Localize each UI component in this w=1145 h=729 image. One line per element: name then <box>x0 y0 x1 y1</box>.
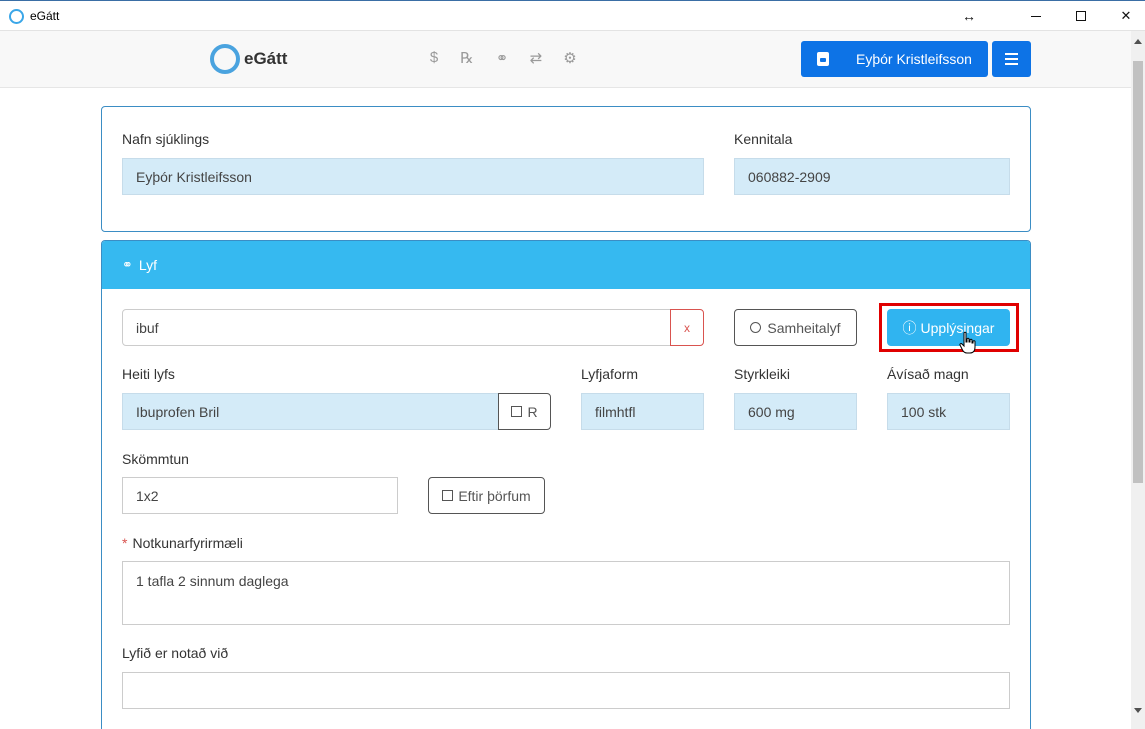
app-logo-icon <box>9 9 24 24</box>
checkbox-icon <box>511 406 523 417</box>
required-star: * <box>122 535 128 551</box>
menu-button[interactable] <box>992 41 1031 77</box>
styrkleiki-field: 600 mg <box>734 393 857 430</box>
patient-name-field: Eyþór Kristleifsson <box>122 158 704 195</box>
patient-card: Nafn sjúklings Eyþór Kristleifsson Kenni… <box>101 106 1031 232</box>
kennitala-field: 060882-2909 <box>734 158 1010 195</box>
kennitala-label: Kennitala <box>734 131 793 147</box>
pills-icon[interactable]: ⚭ <box>492 49 512 67</box>
eftir-thorfum-button[interactable]: Eftir þörfum <box>428 477 545 514</box>
r-label: R <box>527 403 538 420</box>
hand-cursor-icon <box>959 331 976 354</box>
samheitalyf-button[interactable]: Samheitalyf <box>734 309 857 346</box>
resize-icon[interactable]: ↔ <box>946 1 992 31</box>
pills-icon: ⚭ <box>122 257 133 272</box>
prescription-icon[interactable]: ℞ <box>457 49 477 67</box>
notkun-label-row: * Notkunarfyrirmæli <box>122 535 243 551</box>
maximize-button[interactable] <box>1058 1 1104 31</box>
minimize-icon <box>1031 15 1041 17</box>
magn-field: 100 stk <box>887 393 1010 430</box>
scrollbar-thumb[interactable] <box>1133 61 1143 483</box>
app-navbar: eGátt $ ℞ ⚭ ⇄ ⚙ Eyþór Kristleifsson <box>0 31 1131 88</box>
styrkleiki-label: Styrkleiki <box>734 366 791 382</box>
hamburger-icon <box>1005 53 1018 55</box>
window-title: eGátt <box>30 9 60 23</box>
dollar-icon[interactable]: $ <box>424 49 444 66</box>
magn-label: Ávísað magn <box>887 366 969 382</box>
skommtun-input[interactable]: 1x2 <box>122 477 398 514</box>
highlight-box <box>879 303 1019 352</box>
minimize-button[interactable] <box>1013 1 1059 31</box>
vertical-scrollbar[interactable] <box>1131 31 1145 729</box>
id-badge-icon <box>817 52 829 66</box>
window-titlebar: eGátt ↔ ✕ <box>0 0 1145 31</box>
notkun-label: Notkunarfyrirmæli <box>132 535 243 551</box>
lyfjaform-field: filmhtfl <box>581 393 704 430</box>
patient-name-label: Nafn sjúklings <box>122 131 210 147</box>
notkun-textarea[interactable]: 1 tafla 2 sinnum daglega <box>122 561 1010 625</box>
logo-text: eGátt <box>244 49 288 68</box>
checkbox-icon <box>442 490 454 501</box>
clear-search-button[interactable]: x <box>670 309 704 346</box>
heiti-field: Ibuprofen Bril <box>122 393 499 430</box>
lyfjaform-label: Lyfjaform <box>581 366 639 382</box>
maximize-icon <box>1076 11 1086 21</box>
eftir-thorfum-label: Eftir þörfum <box>458 487 531 504</box>
notad-input[interactable] <box>122 672 1010 709</box>
close-button[interactable]: ✕ <box>1103 1 1145 31</box>
user-name: Eyþór Kristleifsson <box>856 51 972 67</box>
heiti-label: Heiti lyfs <box>122 366 175 382</box>
settings-icon[interactable]: ⚙ <box>560 49 580 67</box>
user-button[interactable]: Eyþór Kristleifsson <box>801 41 988 77</box>
skommtun-label: Skömmtun <box>122 451 189 467</box>
lyf-header-label: Lyf <box>138 257 158 273</box>
notad-label: Lyfið er notað við <box>122 645 229 661</box>
drug-search-input[interactable]: ibuf <box>122 309 671 346</box>
samheitalyf-label: Samheitalyf <box>767 319 841 336</box>
scroll-down-icon[interactable] <box>1134 708 1142 713</box>
scroll-up-icon[interactable] <box>1134 39 1142 44</box>
search-icon <box>750 322 762 333</box>
exchange-icon[interactable]: ⇄ <box>526 49 546 67</box>
r-toggle-button[interactable]: R <box>498 393 551 430</box>
lyf-header: ⚭ Lyf <box>102 241 1030 289</box>
logo-icon <box>210 44 240 74</box>
